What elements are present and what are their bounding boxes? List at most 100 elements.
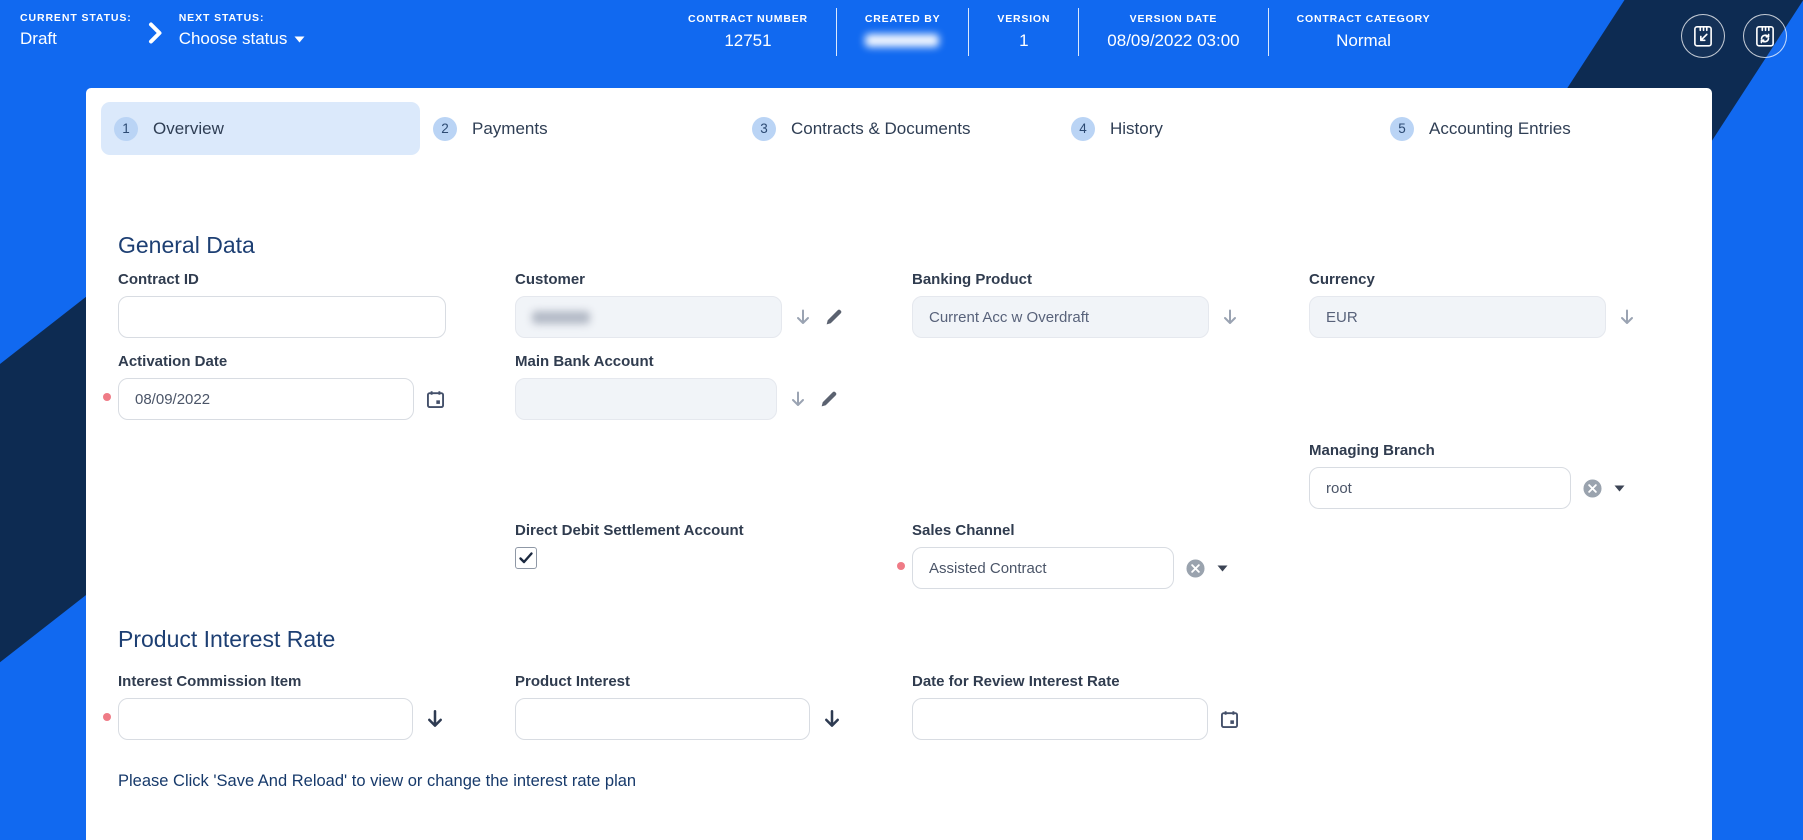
- chevron-right-icon: [148, 22, 163, 49]
- meta-label: VERSION DATE: [1107, 13, 1239, 25]
- field-contract-id: Contract ID: [118, 271, 446, 338]
- managing-branch-input[interactable]: [1309, 467, 1571, 509]
- required-indicator: [103, 393, 111, 401]
- sales-channel-input[interactable]: [912, 547, 1174, 589]
- status-header: CURRENT STATUS: Draft NEXT STATUS: Choos…: [0, 0, 1803, 88]
- tab-number-badge: 3: [752, 117, 776, 141]
- meta-label: CONTRACT NUMBER: [688, 13, 808, 25]
- calendar-icon[interactable]: [425, 389, 446, 410]
- clear-icon[interactable]: [1185, 558, 1206, 579]
- tab-payments[interactable]: 2 Payments: [420, 102, 739, 155]
- field-label: Managing Branch: [1309, 442, 1637, 459]
- section-title-product-interest-rate: Product Interest Rate: [118, 626, 335, 653]
- tab-label: History: [1110, 119, 1163, 139]
- field-sales-channel: Sales Channel: [912, 522, 1240, 589]
- save-button[interactable]: [1681, 14, 1725, 58]
- tab-label: Accounting Entries: [1429, 119, 1571, 139]
- current-status: CURRENT STATUS: Draft: [20, 12, 132, 49]
- tab-label: Contracts & Documents: [791, 119, 971, 139]
- meta-created-by: CREATED BY: [836, 8, 968, 56]
- next-status-label: NEXT STATUS:: [179, 12, 306, 24]
- caret-down-icon: [294, 36, 305, 43]
- field-main-bank-account: Main Bank Account: [515, 353, 843, 420]
- field-activation-date: Activation Date: [118, 353, 446, 420]
- meta-version-date: VERSION DATE 08/09/2022 03:00: [1078, 8, 1267, 56]
- save-reload-icon: [1752, 23, 1778, 49]
- save-icon: [1690, 23, 1716, 49]
- direct-debit-checkbox[interactable]: [515, 547, 537, 569]
- caret-down-icon[interactable]: [1217, 565, 1228, 572]
- date-for-review-input[interactable]: [912, 698, 1208, 740]
- field-product-interest: Product Interest: [515, 673, 843, 740]
- meta-version: VERSION 1: [968, 8, 1078, 56]
- field-managing-branch: Managing Branch: [1309, 442, 1637, 509]
- banking-product-input: [912, 296, 1209, 338]
- next-status-value: Choose status: [179, 29, 288, 49]
- activation-date-input[interactable]: [118, 378, 414, 420]
- required-indicator: [103, 713, 111, 721]
- dropdown-arrow-icon[interactable]: [793, 307, 813, 327]
- tab-number-badge: 5: [1390, 117, 1414, 141]
- tab-overview[interactable]: 1 Overview: [101, 102, 420, 155]
- general-row-2: Activation Date Main Bank Account: [118, 353, 1680, 420]
- tab-contracts-documents[interactable]: 3 Contracts & Documents: [739, 102, 1058, 155]
- meta-value: 08/09/2022 03:00: [1107, 31, 1239, 51]
- tab-bar: 1 Overview 2 Payments 3 Contracts & Docu…: [101, 102, 1696, 155]
- choose-status-dropdown[interactable]: Choose status: [179, 29, 306, 49]
- field-label: Sales Channel: [912, 522, 1240, 539]
- field-label: Activation Date: [118, 353, 446, 370]
- tab-accounting-entries[interactable]: 5 Accounting Entries: [1377, 102, 1696, 155]
- current-status-value: Draft: [20, 29, 132, 49]
- redacted-value: [865, 34, 939, 47]
- save-reload-note: Please Click 'Save And Reload' to view o…: [118, 772, 636, 791]
- edit-pencil-icon[interactable]: [824, 308, 843, 327]
- field-label: Direct Debit Settlement Account: [515, 522, 843, 539]
- field-label: Contract ID: [118, 271, 446, 288]
- field-label: Main Bank Account: [515, 353, 843, 370]
- meta-label: CREATED BY: [865, 13, 940, 25]
- general-row-1: Contract ID Customer: [118, 271, 1680, 338]
- contract-page: CURRENT STATUS: Draft NEXT STATUS: Choos…: [0, 0, 1803, 840]
- interest-commission-item-input[interactable]: [118, 698, 413, 740]
- field-customer: Customer: [515, 271, 843, 338]
- field-direct-debit: Direct Debit Settlement Account: [515, 522, 843, 589]
- general-row-4: Direct Debit Settlement Account Sales Ch…: [118, 522, 1680, 589]
- clear-icon[interactable]: [1582, 478, 1603, 499]
- field-currency: Currency: [1309, 271, 1637, 338]
- checkmark-icon: [518, 550, 534, 566]
- meta-label: CONTRACT CATEGORY: [1297, 13, 1431, 25]
- meta-value: Normal: [1297, 31, 1431, 51]
- dropdown-arrow-icon[interactable]: [788, 389, 808, 409]
- required-indicator: [897, 562, 905, 570]
- product-interest-input[interactable]: [515, 698, 810, 740]
- edit-pencil-icon[interactable]: [819, 390, 838, 409]
- lookup-arrow-icon[interactable]: [821, 708, 843, 730]
- tab-number-badge: 2: [433, 117, 457, 141]
- lookup-arrow-icon[interactable]: [424, 708, 446, 730]
- calendar-icon[interactable]: [1219, 709, 1240, 730]
- meta-value: 1: [997, 31, 1050, 51]
- field-interest-commission-item: Interest Commission Item: [118, 673, 446, 740]
- dropdown-arrow-icon[interactable]: [1617, 307, 1637, 327]
- dropdown-arrow-icon[interactable]: [1220, 307, 1240, 327]
- main-bank-account-input: [515, 378, 777, 420]
- field-label: Product Interest: [515, 673, 843, 690]
- tab-history[interactable]: 4 History: [1058, 102, 1377, 155]
- general-row-3: Managing Branch: [118, 442, 1680, 509]
- interest-row-1: Interest Commission Item Product Interes…: [118, 673, 1680, 740]
- contract-id-input[interactable]: [118, 296, 446, 338]
- caret-down-icon[interactable]: [1614, 485, 1625, 492]
- tab-label: Overview: [153, 119, 224, 139]
- field-label: Date for Review Interest Rate: [912, 673, 1240, 690]
- currency-input: [1309, 296, 1606, 338]
- current-status-label: CURRENT STATUS:: [20, 12, 132, 24]
- save-and-reload-button[interactable]: [1743, 14, 1787, 58]
- meta-contract-category: CONTRACT CATEGORY Normal: [1268, 8, 1459, 56]
- tab-number-badge: 1: [114, 117, 138, 141]
- field-label: Banking Product: [912, 271, 1240, 288]
- status-flow: CURRENT STATUS: Draft NEXT STATUS: Choos…: [20, 12, 305, 49]
- tab-number-badge: 4: [1071, 117, 1095, 141]
- next-status: NEXT STATUS: Choose status: [179, 12, 306, 49]
- meta-contract-number: CONTRACT NUMBER 12751: [660, 8, 836, 56]
- meta-label: VERSION: [997, 13, 1050, 25]
